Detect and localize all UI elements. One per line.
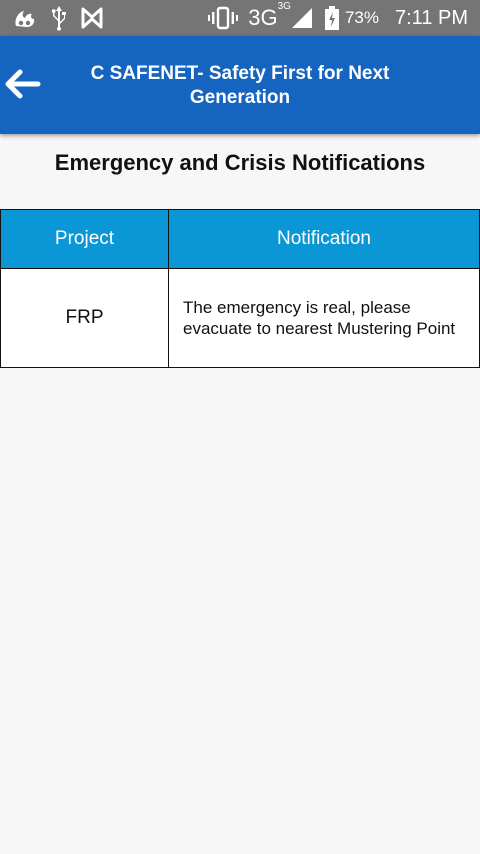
back-button[interactable] bbox=[0, 58, 44, 114]
notification-cell: The emergency is real, please evacuate t… bbox=[168, 268, 480, 368]
uc-browser-icon bbox=[12, 6, 38, 30]
app-bar: C SAFENET- Safety First for Next Generat… bbox=[0, 36, 480, 134]
column-header-project: Project bbox=[0, 209, 169, 269]
table-row[interactable]: FRP The emergency is real, please evacua… bbox=[0, 268, 480, 368]
table-header-row: Project Notification bbox=[0, 209, 480, 269]
page-title: Emergency and Crisis Notifications bbox=[54, 150, 426, 175]
battery-percent: 73% bbox=[344, 8, 379, 27]
column-header-notification: Notification bbox=[168, 209, 480, 269]
network-sup-label: 3G bbox=[277, 0, 291, 12]
usb-icon bbox=[50, 5, 68, 31]
clock: 7:11 PM bbox=[395, 6, 468, 29]
vibrate-icon bbox=[208, 6, 239, 30]
battery-charging-icon bbox=[324, 6, 339, 30]
arrow-left-icon bbox=[2, 68, 42, 105]
n-icon bbox=[80, 7, 104, 29]
notifications-table: Project Notification FRP The emergency i… bbox=[0, 209, 480, 368]
status-bar: 3G3G 73% 7:11 PM bbox=[0, 0, 480, 36]
signal-icon bbox=[291, 7, 313, 29]
app-title: C SAFENET- Safety First for Next Generat… bbox=[90, 63, 390, 108]
project-cell: FRP bbox=[0, 268, 169, 368]
network-label: 3G bbox=[248, 5, 278, 30]
network-type: 3G3G bbox=[248, 1, 291, 31]
